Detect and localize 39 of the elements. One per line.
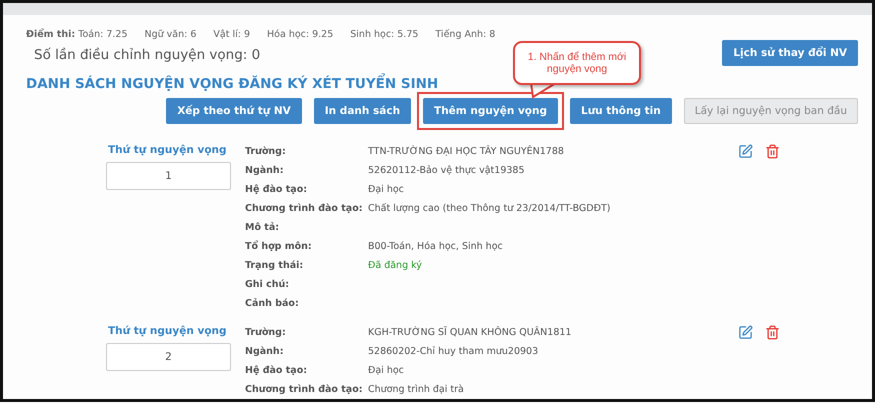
field-value: TTN-TRƯỜNG ĐẠI HỌC TÂY NGUYÊN1788 (368, 144, 565, 159)
order-field[interactable]: 1 (106, 162, 231, 190)
field-label: Hệ đào tạo: (245, 364, 308, 378)
status-text: Đã đăng ký (368, 259, 423, 273)
score-text: Hóa học: 9.25 (267, 29, 334, 40)
action-button[interactable]: Thêm nguyện vọng (423, 98, 558, 124)
score-label: Điểm thi: Toán: 7.25 (26, 29, 128, 40)
action-button[interactable]: Lưu thông tin (570, 98, 672, 124)
history-button[interactable]: Lịch sử thay đổi NV (722, 40, 858, 66)
field-label: Chương trình đào tạo: (245, 383, 364, 397)
field-label: Trường: (245, 326, 287, 340)
order-field[interactable]: 2 (106, 343, 231, 371)
score-text: Sinh học: 5.75 (350, 29, 418, 40)
score-text: Tiếng Anh: 8 (435, 29, 496, 40)
field-value: 52860202-Chỉ huy tham mưu20903 (368, 345, 540, 359)
field-label: Ghi chú: (245, 278, 290, 292)
field-label: Ngành: (245, 164, 284, 178)
field-value: Đại học (368, 183, 405, 197)
field-value: Chương trình đại trà (368, 383, 465, 397)
field-value: B00-Toán, Hóa học, Sinh học (368, 240, 504, 254)
field-label: Cảnh báo: (245, 297, 300, 311)
score-text: Vật lí: 9 (213, 29, 250, 40)
field-label: Tổ hợp môn: (245, 239, 313, 254)
field-label: Mô tả: (245, 221, 280, 235)
field-value: KGH-TRƯỜNG SĨ QUAN KHÔNG QUÂN1811 (368, 325, 572, 340)
field-value: Chất lượng cao (theo Thông tư 23/2014/TT-BGDĐT) (368, 202, 612, 216)
field-value: 52620112-Bảo vệ thực vật19385 (368, 164, 526, 178)
adjust-count-text: Số lần điều chỉnh nguyện vọng: 0 (33, 47, 260, 63)
order-label: Thứ tự nguyện vọng (107, 325, 228, 337)
action-button[interactable]: Xếp theo thứ tự NV (166, 98, 302, 124)
field-label: Ngành: (245, 345, 284, 359)
field-label: Hệ đào tạo: (245, 183, 308, 197)
score-text: Ngữ văn: 6 (144, 29, 196, 40)
field-value: Đại học (368, 364, 405, 378)
field-label: Trường: (245, 145, 287, 159)
field-label: Chương trình đào tạo: (245, 202, 364, 216)
order-label: Thứ tự nguyện vọng (107, 144, 228, 156)
field-label: Trạng thái: (245, 259, 304, 273)
action-button[interactable]: In danh sách (314, 98, 412, 124)
